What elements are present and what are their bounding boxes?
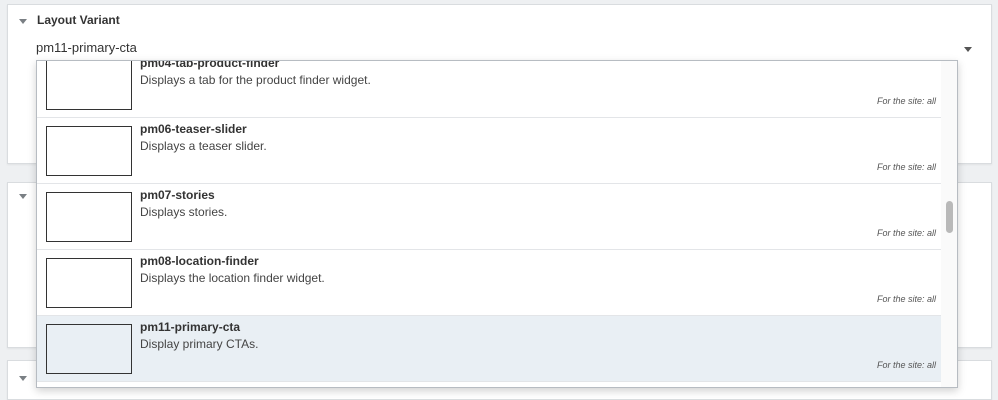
option-description: Displays the location finder widget. bbox=[140, 271, 325, 285]
dropdown-scrollbar[interactable] bbox=[941, 61, 957, 387]
layout-variant-combobox[interactable] bbox=[34, 35, 980, 63]
option-description: Displays a tab for the product finder wi… bbox=[140, 73, 371, 87]
option-thumbnail bbox=[46, 324, 132, 374]
option-site: For the site: all bbox=[876, 360, 936, 370]
option-site: For the site: all bbox=[876, 96, 936, 106]
option-thumbnail bbox=[46, 258, 132, 308]
dropdown-option[interactable]: pm04-tab-product-finder Displays a tab f… bbox=[37, 60, 942, 118]
option-name: pm08-location-finder bbox=[140, 254, 259, 268]
option-name: pm06-teaser-slider bbox=[140, 122, 247, 136]
option-description: Displays stories. bbox=[140, 205, 228, 219]
dropdown-option-selected[interactable]: pm11-primary-cta Display primary CTAs. F… bbox=[37, 316, 942, 382]
option-name: pm04-tab-product-finder bbox=[140, 60, 280, 70]
option-site: For the site: all bbox=[876, 228, 936, 238]
scrollbar-thumb[interactable] bbox=[946, 201, 953, 233]
collapse-caret-icon[interactable] bbox=[19, 19, 27, 24]
dropdown-caret-icon[interactable] bbox=[964, 47, 972, 52]
option-name: pm11-primary-cta bbox=[140, 320, 241, 334]
dropdown-options: pm04-tab-product-finder Displays a tab f… bbox=[37, 60, 942, 382]
layout-variant-input[interactable] bbox=[34, 35, 954, 61]
collapse-caret-icon[interactable] bbox=[19, 376, 27, 381]
section-title: Layout Variant bbox=[37, 13, 120, 27]
option-thumbnail bbox=[46, 192, 132, 242]
option-site: For the site: all bbox=[876, 162, 936, 172]
dropdown-option[interactable]: pm06-teaser-slider Displays a teaser sli… bbox=[37, 118, 942, 184]
option-description: Display primary CTAs. bbox=[140, 337, 259, 351]
option-description: Displays a teaser slider. bbox=[140, 139, 267, 153]
dropdown-option[interactable]: pm07-stories Displays stories. For the s… bbox=[37, 184, 942, 250]
option-thumbnail bbox=[46, 61, 132, 110]
layout-variant-dropdown[interactable]: pm04-tab-product-finder Displays a tab f… bbox=[36, 60, 958, 388]
option-site: For the site: all bbox=[876, 294, 936, 304]
option-thumbnail bbox=[46, 126, 132, 176]
collapse-caret-icon[interactable] bbox=[19, 194, 27, 199]
option-name: pm07-stories bbox=[140, 188, 215, 202]
dropdown-option[interactable]: pm08-location-finder Displays the locati… bbox=[37, 250, 942, 316]
